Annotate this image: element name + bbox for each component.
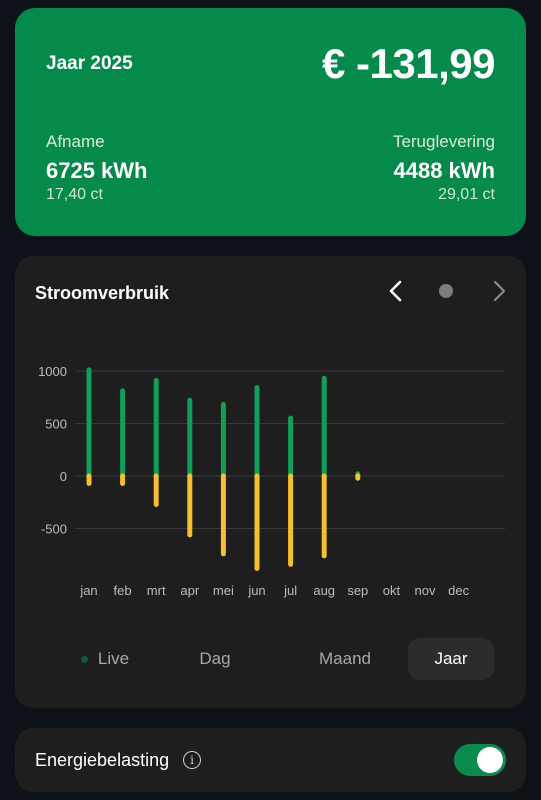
info-icon[interactable]: i (183, 751, 201, 769)
toggle-knob (477, 747, 503, 773)
x-tick-label: aug (313, 583, 335, 598)
energiebelasting-toggle[interactable] (454, 744, 506, 776)
year-label: Jaar 2025 (46, 53, 133, 74)
x-tick-label: mei (213, 583, 234, 598)
y-tick-label: 500 (45, 417, 67, 432)
year-summary-card: Jaar 2025 € -131,99 Afname 6725 kWh 17,4… (15, 8, 526, 236)
tab-jaar-label: Jaar (434, 649, 468, 668)
energiebelasting-label: Energiebelasting (35, 750, 170, 770)
y-tick-label: 1000 (38, 364, 67, 379)
afname-label: Afname (46, 132, 105, 151)
teruglevering-label: Teruglevering (392, 132, 495, 151)
tab-maand[interactable]: Maand (285, 638, 405, 680)
tab-jaar[interactable]: Jaar (408, 638, 494, 680)
afname-price: 17,40 ct (46, 186, 103, 203)
total-amount: € -131,99 (322, 40, 495, 87)
live-dot-icon (80, 655, 88, 663)
tab-maand-label: Maand (319, 649, 371, 668)
x-tick-label: jul (283, 583, 297, 598)
teruglevering-kwh: 4488 kWh (393, 158, 496, 183)
period-selector: Live Dag Maand Jaar (55, 638, 495, 680)
tab-live-label: Live (97, 649, 130, 668)
y-tick-label: 0 (60, 469, 67, 484)
tab-dag[interactable]: Dag (175, 638, 255, 680)
x-tick-label: nov (415, 583, 436, 598)
tab-dag-label: Dag (199, 649, 231, 668)
stroomverbruik-card: Stroomverbruik 1000 500 0 -500 jan feb mrt apr m… (15, 256, 526, 708)
x-tick-label: mrt (147, 583, 166, 598)
x-tick-label: jun (247, 583, 265, 598)
x-tick-label: dec (448, 583, 469, 598)
afname-kwh: 6725 kWh (46, 158, 148, 183)
x-tick-label: apr (180, 583, 199, 598)
energiebelasting-card: Energiebelasting i (15, 728, 526, 792)
x-tick-label: jan (79, 583, 97, 598)
y-tick-label: -500 (41, 522, 67, 537)
x-tick-label: sep (347, 583, 368, 598)
x-tick-label: okt (383, 583, 401, 598)
teruglevering-price: 29,01 ct (438, 186, 495, 203)
tab-live[interactable]: Live (55, 638, 155, 680)
x-tick-label: feb (114, 583, 132, 598)
